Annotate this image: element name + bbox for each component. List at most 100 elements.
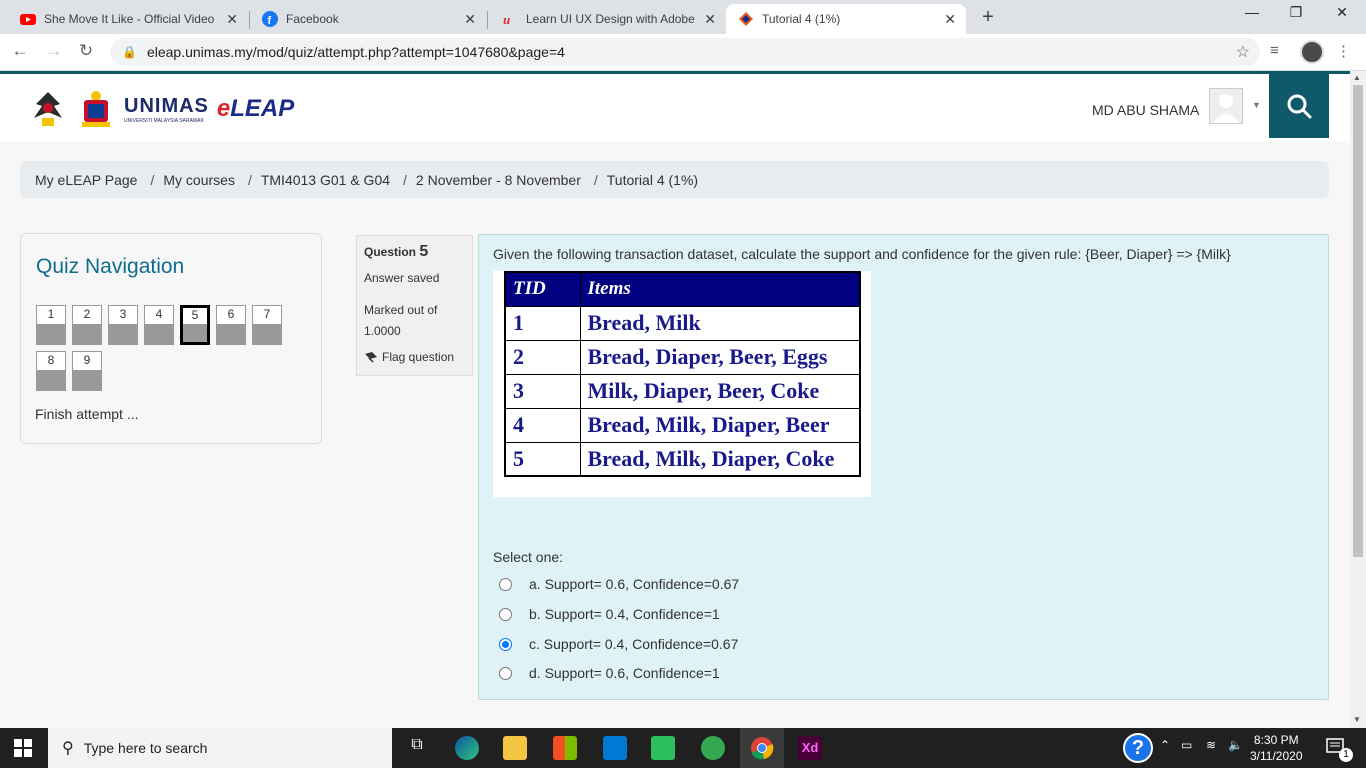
radio-button[interactable]: [499, 666, 512, 680]
table-row: 2 Bread, Diaper, Beer, Eggs: [504, 339, 861, 375]
task-view-icon[interactable]: ⧉: [405, 736, 429, 760]
user-silhouette-icon: [1213, 94, 1239, 123]
breadcrumb-item-course[interactable]: TMI4013 G01 & G04: [261, 172, 390, 188]
help-icon[interactable]: ?: [1123, 733, 1153, 763]
wifi-icon[interactable]: ≋: [1206, 738, 1216, 752]
user-name[interactable]: MD ABU SHAMA: [1092, 102, 1199, 118]
question-nav-button-3[interactable]: 3: [108, 305, 138, 345]
back-icon[interactable]: ←: [8, 41, 32, 61]
tab-title: Facebook: [286, 12, 339, 26]
profile-avatar[interactable]: [1300, 40, 1324, 64]
table-row: 5 Bread, Milk, Diaper, Coke: [504, 441, 861, 477]
evernote-icon[interactable]: [651, 736, 675, 760]
answer-option-b[interactable]: b. Support= 0.4, Confidence=1: [499, 606, 720, 622]
chevron-down-icon[interactable]: ▼: [1252, 100, 1261, 110]
adobe-xd-icon[interactable]: Xd: [798, 736, 822, 760]
answer-option-d[interactable]: d. Support= 0.6, Confidence=1: [499, 665, 720, 681]
question-state: Answer saved: [364, 271, 440, 285]
radio-button[interactable]: [499, 607, 512, 621]
answer-option-a[interactable]: a. Support= 0.6, Confidence=0.67: [499, 576, 739, 592]
question-nav-button-7[interactable]: 7: [252, 305, 282, 345]
scroll-up-arrow-icon[interactable]: ▲: [1353, 73, 1361, 82]
tab-separator: [487, 11, 488, 29]
close-icon[interactable]: ✕: [464, 11, 476, 28]
breadcrumb-item-my-courses[interactable]: My courses: [163, 172, 235, 188]
page-scrollbar[interactable]: ▲ ▼: [1350, 71, 1366, 728]
bookmark-star-icon[interactable]: ☆: [1236, 42, 1250, 62]
close-icon[interactable]: ✕: [226, 11, 238, 28]
store-icon[interactable]: [553, 736, 577, 760]
search-button[interactable]: [1269, 74, 1329, 138]
scrollbar-thumb[interactable]: [1353, 85, 1363, 557]
breadcrumb-item-tutorial[interactable]: Tutorial 4 (1%): [607, 172, 698, 188]
breadcrumb-item-week[interactable]: 2 November - 8 November: [416, 172, 581, 188]
user-avatar[interactable]: [1209, 88, 1243, 124]
question-nav-button-4[interactable]: 4: [144, 305, 174, 345]
tab-udemy[interactable]: u Learn UI UX Design with Adobe X ✕: [490, 4, 726, 34]
breadcrumb-separator: /: [247, 171, 252, 188]
question-grade: Marked out of 1.0000: [364, 303, 438, 338]
chevron-up-icon[interactable]: ⌃: [1160, 738, 1170, 752]
table-row: 4 Bread, Milk, Diaper, Beer: [504, 407, 861, 443]
close-icon[interactable]: ✕: [944, 11, 956, 28]
sarawak-crest-logo: [34, 92, 62, 126]
question-nav-button-5-current[interactable]: 5: [180, 305, 210, 345]
new-tab-button[interactable]: +: [978, 6, 998, 29]
notification-count-badge: 1: [1339, 748, 1353, 762]
tab-title: Tutorial 4 (1%): [762, 12, 841, 26]
breadcrumb-separator: /: [150, 171, 155, 188]
clock-time: 8:30 PM: [1253, 733, 1299, 747]
taskbar-chrome-active[interactable]: [740, 728, 784, 768]
menu-dots-icon[interactable]: ⋮: [1336, 42, 1351, 60]
breadcrumb: My eLEAP Page / My courses / TMI4013 G01…: [20, 161, 1329, 198]
answer-option-c[interactable]: c. Support= 0.4, Confidence=0.67: [499, 636, 738, 652]
system-clock[interactable]: 8:30 PM 3/11/2020: [1250, 732, 1303, 764]
question-nav-button-9[interactable]: 9: [72, 351, 102, 391]
facebook-icon: f: [262, 11, 278, 27]
question-nav-button-6[interactable]: 6: [216, 305, 246, 345]
minimize-button[interactable]: —: [1230, 4, 1274, 20]
media-queue-icon[interactable]: ≡: [1270, 42, 1279, 59]
scroll-down-arrow-icon[interactable]: ▼: [1353, 715, 1361, 724]
taskbar-search-box[interactable]: ⚲ Type here to search: [48, 728, 392, 768]
quiz-navigation-block: Quiz Navigation 1 2 3 4 5 6 7 8 9 Finish…: [20, 233, 322, 444]
eleap-icon: [738, 11, 754, 27]
table-header-tid: TID: [504, 271, 581, 307]
address-bar[interactable]: 🔒 eleap.unimas.my/mod/quiz/attempt.php?a…: [110, 38, 1260, 66]
eleap-logo: eLEAP: [216, 95, 295, 122]
select-one-prompt: Select one:: [493, 549, 564, 565]
close-window-button[interactable]: ✕: [1320, 4, 1364, 21]
breadcrumb-item-my-eleap[interactable]: My eLEAP Page: [35, 172, 137, 188]
forward-icon[interactable]: →: [42, 41, 66, 61]
radio-button[interactable]: [499, 577, 512, 591]
edge-icon[interactable]: [455, 736, 479, 760]
file-explorer-icon[interactable]: [503, 736, 527, 760]
svg-text:f: f: [268, 15, 272, 27]
question-text: Given the following transaction dataset,…: [493, 246, 1231, 262]
question-nav-button-1[interactable]: 1: [36, 305, 66, 345]
tab-facebook[interactable]: f Facebook ✕: [250, 4, 486, 34]
tab-tutorial-4[interactable]: Tutorial 4 (1%) ✕: [726, 4, 966, 34]
flag-question-button[interactable]: Flag question: [364, 350, 454, 364]
battery-icon[interactable]: ▭: [1181, 738, 1192, 752]
table-row: 1 Bread, Milk: [504, 305, 861, 341]
tab-youtube[interactable]: She Move It Like - Official Video ✕: [8, 4, 248, 34]
tripadvisor-icon[interactable]: [701, 736, 725, 760]
breadcrumb-separator: /: [403, 171, 407, 188]
youtube-icon: [20, 11, 36, 27]
logo-group[interactable]: UNIMAS UNIVERSITI MALAYSIA SARAWAK eLEAP: [28, 88, 294, 130]
question-nav-button-2[interactable]: 2: [72, 305, 102, 345]
transaction-table-image: TID Items 1 Bread, Milk 2 Bread, Diaper, B…: [493, 271, 871, 497]
browser-toolbar: ← → ↻ 🔒 eleap.unimas.my/mod/quiz/attempt…: [0, 34, 1366, 71]
radio-button-selected[interactable]: [499, 637, 512, 651]
close-icon[interactable]: ✕: [704, 11, 716, 28]
reload-icon[interactable]: ↻: [74, 41, 98, 61]
volume-icon[interactable]: 🔈: [1228, 738, 1243, 752]
restore-button[interactable]: ❐: [1274, 4, 1318, 21]
finish-attempt-link[interactable]: Finish attempt ...: [35, 406, 138, 422]
table-row: 3 Milk, Diaper, Beer, Coke: [504, 373, 861, 409]
windows-taskbar: ⚲ Type here to search ⧉ Xd ? ⌃ ▭ ≋ 🔈 8:3…: [0, 728, 1366, 768]
windows-start-icon[interactable]: [14, 739, 32, 757]
mail-icon[interactable]: [603, 736, 627, 760]
question-nav-button-8[interactable]: 8: [36, 351, 66, 391]
